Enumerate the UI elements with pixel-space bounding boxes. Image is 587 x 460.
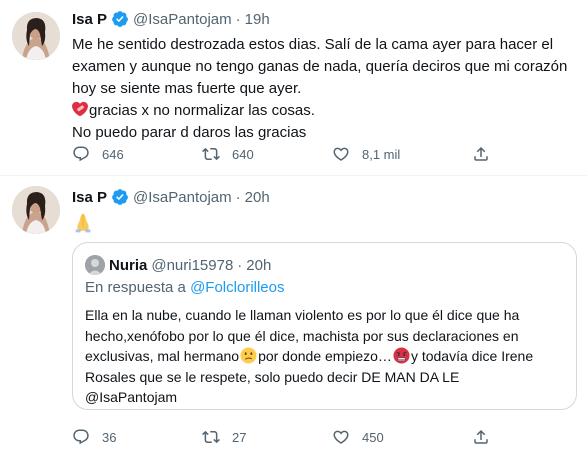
tweet-text-line: hoy se siente mas fuerte que ayer. [72, 80, 302, 97]
retweet-icon [202, 430, 220, 444]
tweet[interactable]: Isa P @IsaPantojam · 19h Me he sentido d… [0, 0, 587, 176]
like-button[interactable]: 8,1 mil [332, 144, 400, 164]
retweet-count: 27 [232, 429, 247, 445]
reply-button[interactable]: 646 [72, 144, 124, 164]
verified-badge-icon [112, 11, 128, 27]
timestamp[interactable]: 20h [246, 257, 271, 274]
quoted-text-line: Ella en la nube, cuando le llaman violen… [85, 307, 520, 323]
tweet-actions: 36 27 450 [72, 427, 512, 447]
separator-dot: · [235, 10, 241, 28]
author-handle[interactable]: @IsaPantojam [133, 11, 232, 28]
quoted-author-handle[interactable]: @nuri15978 [151, 257, 233, 274]
share-icon [474, 429, 488, 444]
share-icon [474, 146, 488, 161]
quoted-text-line: hecho,xenófobo por lo que él dice, machi… [85, 327, 519, 344]
quoted-tweet-text: Ella en la nube, cuando le llaman violen… [85, 305, 570, 408]
reply-icon [73, 146, 89, 162]
tweet[interactable]: Isa P @IsaPantojam · 20h Nuria @nuri1597… [0, 177, 587, 460]
avatar[interactable] [12, 12, 60, 60]
verified-badge-icon [112, 189, 128, 205]
avatar[interactable] [85, 255, 105, 275]
tweet-text-line: gracias x no normalizar las cosas. [72, 100, 572, 122]
heart-with-bandage-icon [72, 101, 88, 117]
author-name[interactable]: Isa P [72, 11, 107, 28]
quoted-tweet-header: Nuria @nuri15978 · 20h [85, 255, 271, 275]
quoted-author-name[interactable]: Nuria [109, 257, 147, 274]
confused-face-icon [240, 347, 257, 364]
reply-prefix: En respuesta a [85, 279, 186, 296]
angry-face-icon [393, 347, 410, 364]
tweet-header: Isa P @IsaPantojam · 19h [72, 9, 270, 29]
quoted-text-segment: exclusivas, mal hermano [85, 348, 240, 364]
quoted-text-segment: y todavía dice Irene [410, 348, 534, 364]
tweet-text-line: No puedo parar d daros las gracias [72, 124, 307, 141]
retweet-icon [202, 147, 220, 161]
reply-mention-link[interactable]: @Folclorilleos [190, 279, 284, 296]
retweet-button[interactable]: 640 [202, 144, 254, 164]
tweet-text-line: examen y aunque no tengo ganas de nada, … [72, 58, 568, 75]
reply-count: 36 [102, 429, 117, 445]
share-button[interactable] [472, 144, 490, 164]
quoted-text-line: @IsaPantojam [85, 389, 178, 405]
folded-hands-icon [75, 213, 91, 233]
retweet-button[interactable]: 27 [202, 427, 246, 447]
avatar[interactable] [12, 186, 60, 234]
quoted-tweet[interactable]: Nuria @nuri15978 · 20h En respuesta a @F… [72, 242, 577, 410]
author-handle[interactable]: @IsaPantojam [133, 189, 232, 206]
share-button[interactable] [472, 427, 490, 447]
reply-count: 646 [102, 146, 124, 162]
reply-context: En respuesta a @Folclorilleos [85, 279, 285, 296]
reply-button[interactable]: 36 [72, 427, 116, 447]
author-name[interactable]: Isa P [72, 189, 107, 206]
quoted-text-line: Rosales que se le respete, solo puedo de… [85, 368, 460, 385]
quoted-text-line: exclusivas, mal hermano por donde empiezo… [85, 346, 570, 367]
quoted-text-segment: por donde empiezo… [258, 348, 392, 364]
heart-icon [333, 430, 349, 444]
timestamp[interactable]: 19h [245, 11, 270, 28]
like-count: 450 [362, 429, 384, 445]
tweet-header: Isa P @IsaPantojam · 20h [72, 187, 270, 207]
tweet-text-line: Me he sentido destrozada estos dias. Sal… [72, 36, 554, 53]
retweet-count: 640 [232, 146, 254, 162]
like-button[interactable]: 450 [332, 427, 384, 447]
heart-icon [333, 147, 349, 161]
timestamp[interactable]: 20h [245, 189, 270, 206]
separator-dot: · [235, 188, 241, 206]
like-count: 8,1 mil [362, 146, 401, 162]
tweet-actions: 646 640 8,1 mil [72, 144, 512, 164]
tweet-text-line: gracias x no normalizar las cosas. [89, 102, 315, 119]
separator-dot: · [237, 256, 243, 274]
reply-icon [73, 429, 89, 445]
tweet-text: Me he sentido destrozada estos dias. Sal… [72, 34, 572, 144]
